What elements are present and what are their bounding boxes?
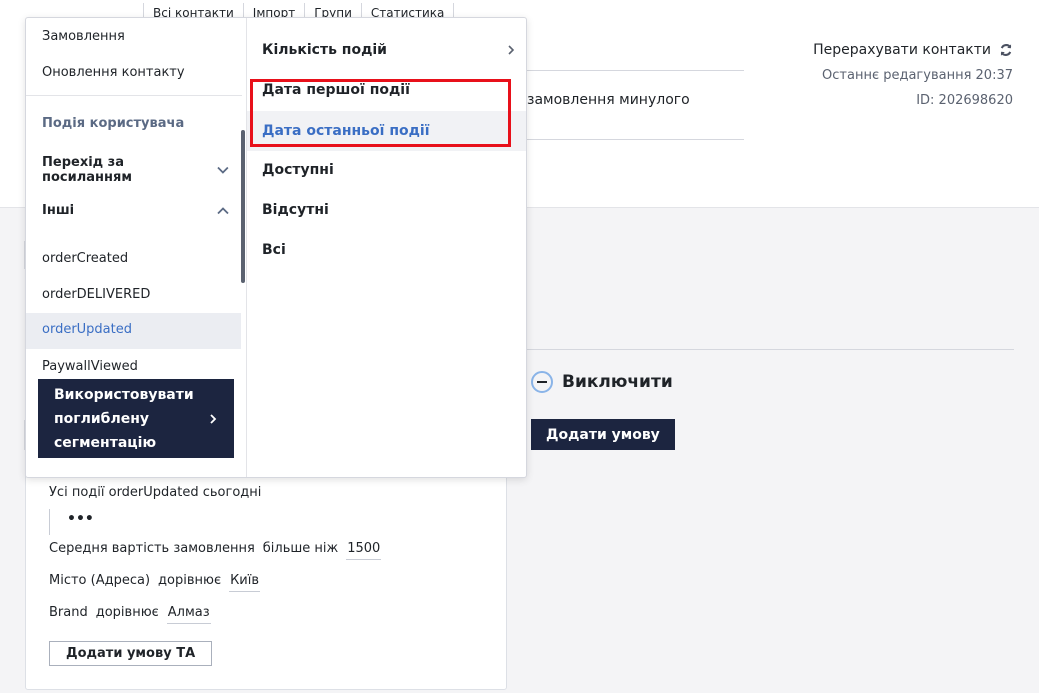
- event-condition-row[interactable]: Усі події orderUpdated сьогодні: [49, 485, 261, 500]
- option-available[interactable]: Доступні: [262, 162, 334, 178]
- list-item-event-selected[interactable]: orderUpdated: [26, 313, 241, 349]
- exclude-separator: [527, 349, 1014, 350]
- deep-segmentation-label: Використовувати поглиблену сегментацію: [54, 386, 194, 451]
- add-and-condition-button[interactable]: Додати умову ТА: [49, 641, 213, 666]
- divider: [527, 139, 744, 140]
- condition-row: Місто (Адреса) дорівнює Київ: [49, 573, 261, 592]
- expander-other[interactable]: Інші: [42, 203, 230, 218]
- segment-id: ID: 202698620: [916, 93, 1013, 108]
- more-options-icon[interactable]: •••: [49, 509, 94, 535]
- expander-link-click[interactable]: Перехід за посиланням: [42, 155, 230, 185]
- option-all[interactable]: Всі: [262, 242, 286, 258]
- condition-value[interactable]: 1500: [346, 541, 382, 560]
- condition-operator[interactable]: більше ніж: [263, 541, 338, 556]
- condition-card: Усі події orderUpdated сьогодні ••• Сере…: [25, 460, 507, 690]
- divider: [527, 70, 744, 71]
- minus-circle-icon: [531, 371, 553, 393]
- expander-label: Інші: [42, 203, 75, 218]
- option-absent[interactable]: Відсутні: [262, 202, 329, 218]
- condition-row: Brand дорівнює Алмаз: [49, 605, 211, 624]
- chevron-up-icon: [217, 206, 229, 214]
- chevron-down-icon: [217, 166, 229, 174]
- condition-field[interactable]: Місто (Адреса): [49, 573, 150, 588]
- list-item-event[interactable]: PaywallViewed: [42, 359, 138, 374]
- add-condition-button[interactable]: Додати умову: [531, 419, 675, 450]
- option-event-count[interactable]: Кількість подій: [262, 42, 516, 58]
- chevron-right-icon: [508, 45, 515, 55]
- condition-field[interactable]: Середня вартість замовлення: [49, 541, 255, 556]
- event-list-panel: Замовлення Оновлення контакту Подія кори…: [26, 18, 247, 477]
- scrollbar[interactable]: [241, 130, 245, 283]
- selected-event-label: orderUpdated: [42, 322, 132, 337]
- list-item-orders[interactable]: Замовлення: [42, 29, 125, 44]
- group-label-user-event: Подія користувача: [42, 116, 185, 131]
- condition-operator[interactable]: дорівнює: [96, 605, 159, 620]
- event-condition-text: Усі події orderUpdated сьогодні: [49, 485, 262, 500]
- list-item-event[interactable]: orderDELIVERED: [42, 287, 150, 302]
- chevron-right-icon: [210, 413, 217, 424]
- condition-field[interactable]: Brand: [49, 605, 88, 620]
- deep-segmentation-button[interactable]: Використовувати поглиблену сегментацію: [38, 379, 234, 458]
- exclude-label: Виключити: [562, 372, 673, 392]
- list-item-contact-update[interactable]: Оновлення контакту: [42, 65, 185, 80]
- condition-value[interactable]: Київ: [229, 573, 261, 592]
- last-edited-text: Останнє редагування 20:37: [822, 68, 1013, 83]
- condition-operator[interactable]: дорівнює: [158, 573, 221, 588]
- divider: [26, 95, 242, 96]
- list-item-event[interactable]: orderCreated: [42, 251, 128, 266]
- condition-value[interactable]: Алмаз: [166, 605, 211, 624]
- refresh-icon: [1000, 44, 1012, 56]
- condition-row: Середня вартість замовлення більше ніж 1…: [49, 541, 382, 560]
- exclude-section-header[interactable]: Виключити: [531, 371, 673, 393]
- segment-description: замовлення минулого: [527, 92, 690, 108]
- recalculate-label: Перерахувати контакти: [813, 42, 991, 58]
- recalculate-contacts-button[interactable]: Перерахувати контакти: [813, 42, 1013, 58]
- highlight-annotation-box: [250, 79, 511, 147]
- expander-label: Перехід за посиланням: [42, 155, 132, 185]
- option-label: Кількість подій: [262, 42, 387, 58]
